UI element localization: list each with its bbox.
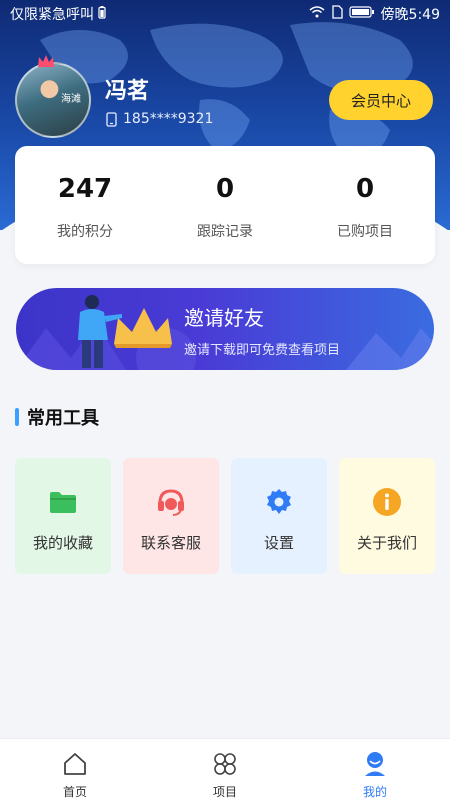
tool-label: 设置	[263, 534, 294, 552]
wifi-icon	[309, 6, 325, 22]
tool-favorites[interactable]: 我的收藏	[15, 458, 111, 574]
username: 冯茗	[105, 79, 150, 104]
nav-label: 项目	[212, 785, 237, 799]
stat-label: 我的积分	[57, 224, 113, 240]
avatar-container[interactable]: 海滩	[15, 55, 91, 138]
nav-mine[interactable]: 我的	[300, 739, 450, 800]
avatar[interactable]: 海滩	[15, 62, 91, 138]
crown-icon	[38, 55, 54, 67]
stats-card: 247 我的积分 0 跟踪记录 0 已购项目	[15, 146, 435, 264]
tool-label: 联系客服	[140, 534, 201, 552]
gear-icon	[267, 489, 291, 514]
stat-value: 247	[57, 174, 113, 204]
info-icon	[373, 488, 401, 516]
avatar-caption: 海滩	[61, 94, 81, 105]
battery-saver-icon	[98, 5, 106, 23]
tool-customer-service[interactable]: 联系客服	[123, 458, 219, 574]
section-title-tools: 常用工具	[15, 404, 99, 430]
phone-number: 185****9321	[123, 111, 214, 127]
stat-value: 0	[215, 174, 235, 204]
invite-subtitle: 邀请下载即可免费查看项目	[184, 343, 341, 358]
nav-projects[interactable]: 项目	[150, 739, 300, 800]
status-time: 傍晚5:49	[380, 7, 440, 23]
battery-icon	[348, 6, 375, 22]
tool-label: 关于我们	[356, 534, 417, 552]
tool-about-us[interactable]: 关于我们	[339, 458, 435, 574]
nav-home[interactable]: 首页	[0, 739, 150, 800]
stat-points[interactable]: 247 我的积分	[15, 146, 155, 264]
stat-label: 已购项目	[337, 224, 393, 240]
bottom-navigation: 首页 项目 我的	[0, 738, 450, 800]
nav-label: 首页	[62, 785, 87, 799]
tool-settings[interactable]: 设置	[231, 458, 327, 574]
status-bar: 仅限紧急呼叫 傍晚5:49	[0, 0, 450, 28]
section-title-text: 常用工具	[27, 408, 99, 429]
nav-label: 我的	[362, 785, 387, 799]
stat-label: 跟踪记录	[197, 224, 253, 240]
status-text: 仅限紧急呼叫	[10, 7, 94, 23]
headset-icon	[158, 489, 184, 516]
invite-friends-banner[interactable]: 邀请好友 邀请下载即可免费查看项目	[16, 288, 434, 370]
folder-icon	[50, 492, 76, 513]
stat-purchased[interactable]: 0 已购项目	[295, 146, 435, 264]
profile-icon	[365, 752, 385, 776]
section-accent-bar	[15, 408, 19, 426]
sim-icon	[331, 5, 343, 23]
stat-value: 0	[355, 174, 375, 204]
stat-tracking[interactable]: 0 跟踪记录	[155, 146, 295, 264]
invite-title: 邀请好友	[184, 306, 264, 330]
phone-icon	[106, 111, 117, 127]
grid-icon	[214, 753, 236, 775]
home-icon	[64, 753, 86, 775]
tool-label: 我的收藏	[32, 534, 93, 552]
vip-center-button[interactable]: 会员中心	[329, 80, 433, 120]
phone-row: 185****9321	[106, 111, 213, 127]
